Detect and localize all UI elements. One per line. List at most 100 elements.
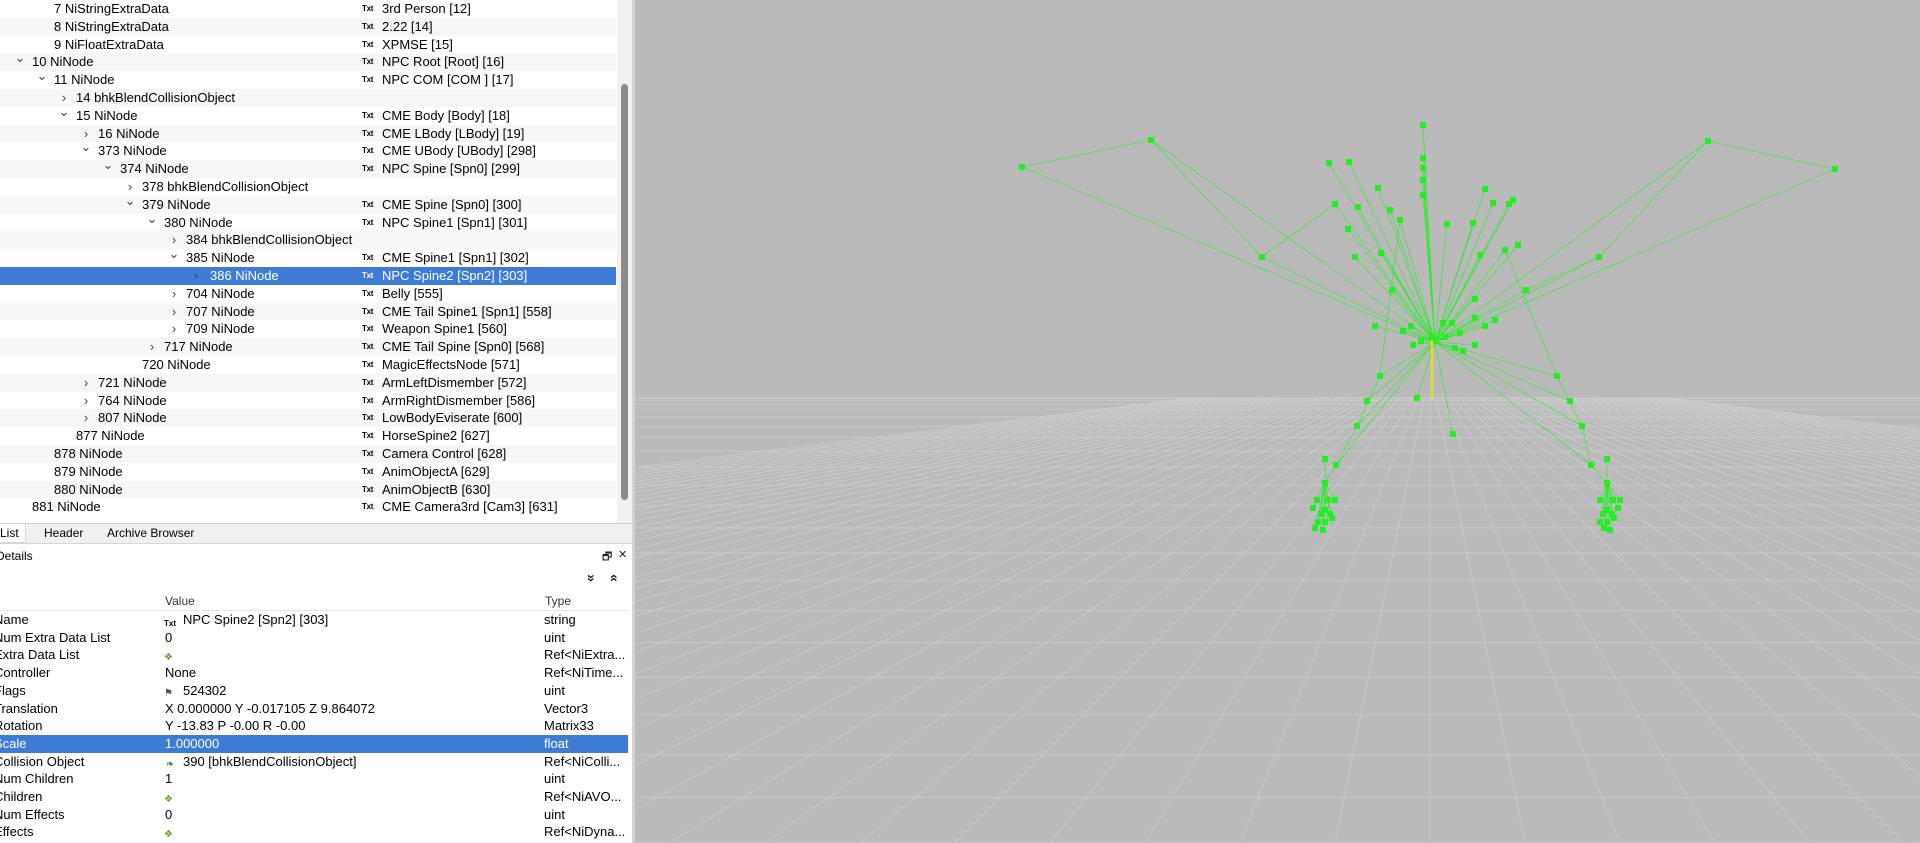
bone-joint[interactable] [1472,315,1478,321]
property-row[interactable]: Rotation Y -13.83 P -0.00 R -0.00 Matrix33 [0,717,628,735]
bone-joint[interactable] [1523,287,1529,293]
tree-row[interactable]: › 807 NiNode Txt LowBodyEviserate [600] [0,409,616,428]
bone-joint[interactable] [1597,497,1603,503]
bone-joint[interactable] [1329,515,1335,521]
bone-joint[interactable] [1420,192,1426,198]
tree-row[interactable]: 720 NiNode Txt MagicEffectsNode [571] [0,356,616,374]
bone-joint[interactable] [1019,164,1025,170]
property-value[interactable]: NPC Spine2 [Spn2] [303] [183,611,328,629]
property-value[interactable]: 390 [bhkBlendCollisionObject] [183,753,356,771]
property-value[interactable]: 1 [165,770,172,788]
bone-joint[interactable] [1492,317,1498,323]
bone-joint[interactable] [1444,221,1450,227]
bone-joint[interactable] [1596,254,1602,260]
property-row[interactable]: Extra Data List ❖ Ref<NiExtra... [0,646,628,664]
tree-row[interactable]: › 717 NiNode Txt CME Tail Spine [Spn0] [568… [0,338,616,356]
bone-joint[interactable] [1832,166,1838,172]
tree-row[interactable]: ⌄ 380 NiNode Txt NPC Spine1 [Spn1] [301] [0,211,616,232]
bone-joint[interactable] [1472,296,1478,302]
bone-joint[interactable] [1429,334,1435,340]
chevron-right-icon[interactable]: › [79,374,93,392]
tree-row[interactable]: › 386 NiNode Txt NPC Spine2 [Spn2] [303] [0,267,616,285]
property-value[interactable]: Y -13.83 P -0.00 R -0.00 [165,717,305,735]
property-value[interactable]: X 0.000000 Y -0.017105 Z 9.864072 [165,700,375,718]
bone-joint[interactable] [1346,159,1352,165]
tree-row[interactable]: 881 NiNode Txt CME Camera3rd [Cam3] [631] [0,498,616,516]
bone-joint[interactable] [1400,328,1406,334]
bone-joint[interactable] [1515,242,1521,248]
viewport-canvas[interactable] [635,0,1920,843]
tree-row[interactable]: ⌄ 374 NiNode Txt NPC Spine [Spn0] [299] [0,157,616,178]
property-value[interactable]: 0 [165,806,172,824]
bone-joint[interactable] [1604,456,1610,462]
tab-archive-browser[interactable]: Archive Browser [101,524,200,543]
bone-joint[interactable] [1259,254,1265,260]
bone-joint[interactable] [1604,480,1610,486]
bone-joint[interactable] [1414,395,1420,401]
column-value[interactable]: Value [165,592,195,610]
bone-joint[interactable] [1315,519,1321,525]
bone-joint[interactable] [1364,398,1370,404]
bone-joint[interactable] [1420,165,1426,171]
bone-joint[interactable] [1418,338,1424,344]
bone-joint[interactable] [1420,177,1426,183]
tree-row[interactable]: 8 NiStringExtraData Txt 2.22 [14] [0,17,616,36]
bone-joint[interactable] [1442,334,1448,340]
tree-row[interactable]: › 709 NiNode Txt Weapon Spine1 [560] [0,320,616,338]
property-row[interactable]: Flags⚑524302uint [0,682,628,700]
chevron-right-icon[interactable]: › [189,267,203,285]
property-row[interactable]: Children❖Ref<NiAVO... [0,788,628,806]
tree-scrollbar-thumb[interactable] [621,84,628,500]
bone-joint[interactable] [1567,398,1573,404]
chevron-down-icon[interactable]: ⌄ [79,138,93,156]
tree-row[interactable]: 877 NiNode Txt HorseSpine2 [627] [0,427,616,445]
bone-joint[interactable] [1326,160,1332,166]
chevron-down-icon[interactable]: ⌄ [35,67,49,85]
tree-scrollbar[interactable] [617,0,632,523]
tree-row[interactable]: 878 NiNode Txt Camera Control [628] [0,445,616,463]
bone-joint[interactable] [1420,155,1426,161]
tab-list[interactable]: List [0,524,26,543]
bone-joint[interactable] [1318,511,1324,517]
tree-row[interactable]: › 721 NiNode Txt ArmLeftDismember [572] [0,373,616,392]
bone-joint[interactable] [1310,505,1316,511]
bone-joint[interactable] [1452,345,1458,351]
bone-joint[interactable] [1457,330,1463,336]
chevron-down-icon[interactable]: ⌄ [57,103,71,121]
column-type[interactable]: Type [545,592,571,610]
bone-joint[interactable] [1460,348,1466,354]
bone-joint[interactable] [1617,497,1623,503]
bone-joint[interactable] [1352,254,1358,260]
bone-joint[interactable] [1312,525,1318,531]
property-row[interactable]: Num Effects 0 uint [0,806,628,824]
collapse-all-icon[interactable]: » [584,574,600,582]
tree-row[interactable]: › 378 bhkBlendCollisionObject [0,178,616,196]
chevron-right-icon[interactable]: › [167,320,181,338]
bone-joint[interactable] [1333,462,1339,468]
bone-joint[interactable] [1554,373,1560,379]
bone-joint[interactable] [1470,220,1476,226]
property-row[interactable]: Num Children 1 uint [0,770,628,788]
chevron-down-icon[interactable]: ⌄ [13,49,27,67]
3d-viewport[interactable] [635,0,1920,843]
bone-joint[interactable] [1490,200,1496,206]
bone-joint[interactable] [1354,423,1360,429]
bone-joint[interactable] [1502,247,1508,253]
chevron-down-icon[interactable]: ⌄ [145,210,159,228]
bone-joint[interactable] [1420,122,1426,128]
property-row[interactable]: Controller None Ref<NiTime... [0,664,628,682]
bone-joint[interactable] [1320,527,1326,533]
bone-joint[interactable] [1615,505,1621,511]
property-row[interactable]: Scale 1.000000 float [0,734,628,753]
bone-joint[interactable] [1482,323,1488,329]
property-value[interactable]: 524302 [183,682,226,700]
bone-joint[interactable] [1375,185,1381,191]
bone-joint[interactable] [1510,197,1516,203]
tree-row[interactable]: › 707 NiNode Txt CME Tail Spine1 [Spn1] [55… [0,302,616,321]
bone-joint[interactable] [1410,342,1416,348]
bone-joint[interactable] [1377,373,1383,379]
bone-joint[interactable] [1322,456,1328,462]
chevron-right-icon[interactable]: › [167,303,181,321]
bone-joint[interactable] [1449,320,1455,326]
restore-icon[interactable]: 🗗 [602,548,612,567]
